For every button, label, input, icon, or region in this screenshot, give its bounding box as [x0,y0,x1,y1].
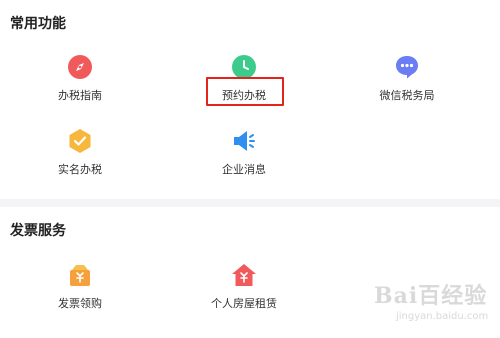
menu-item-enterprise-messages[interactable]: 企业消息 [184,128,304,184]
highlight-box [206,77,284,106]
menu-item-label: 实名办税 [58,163,102,176]
compass-icon [68,55,92,79]
invoice-bag-icon [70,265,90,286]
menu-item-house-rental[interactable]: 个人房屋租赁 [184,262,304,318]
menu-item-label: 办税指南 [58,89,102,102]
section-divider [0,199,500,207]
watermark-logo-text: Bai百经验 [374,283,488,309]
section-title-common-functions: 常用功能 [10,16,66,32]
watermark-url: jingyan.baidu.com [396,311,489,322]
section-title-invoice-services: 发票服务 [10,223,66,239]
house-yen-icon [232,264,256,286]
menu-item-label: 个人房屋租赁 [211,297,277,310]
menu-item-label: 发票领购 [58,297,102,310]
menu-item-real-name-tax[interactable]: 实名办税 [20,128,140,184]
menu-item-label: 企业消息 [222,163,266,176]
menu-item-label: 微信税务局 [379,89,435,102]
megaphone-icon [234,131,255,151]
menu-item-invoice-purchase[interactable]: 发票领购 [20,262,140,318]
verified-shield-icon [69,129,91,153]
menu-item-wechat-tax-bureau[interactable]: 微信税务局 [347,54,467,110]
baidu-jingyan-watermark: Bai百经验 jingyan.baidu.com [374,278,492,326]
chat-bubble-icon [396,56,418,79]
menu-item-tax-guide[interactable]: 办税指南 [20,54,140,110]
